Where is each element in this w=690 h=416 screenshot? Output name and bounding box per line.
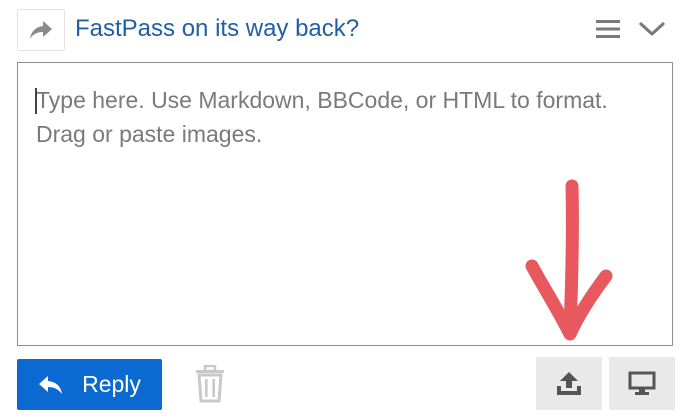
text-caret [35,88,37,114]
reply-arrow-icon [39,375,63,394]
down-arrow-annotation [525,179,613,341]
reply-button[interactable]: Reply [17,359,162,410]
reply-button-label: Reply [82,371,141,397]
monitor-icon [628,371,656,395]
chevron-down-icon [639,22,665,36]
hamburger-menu-icon [596,20,620,38]
menu-button[interactable] [594,14,622,44]
toggle-preview-button[interactable] [609,357,675,410]
header-actions [594,14,666,44]
reply-to-button[interactable] [17,9,65,51]
share-forward-icon [30,21,52,39]
reply-composer: FastPass on its way back? Reply [0,0,690,416]
upload-button[interactable] [536,357,602,410]
discard-button[interactable] [190,362,230,406]
trash-icon [196,365,224,403]
topic-title[interactable]: FastPass on its way back? [75,14,359,44]
upload-icon [557,371,581,395]
collapse-button[interactable] [638,14,666,44]
